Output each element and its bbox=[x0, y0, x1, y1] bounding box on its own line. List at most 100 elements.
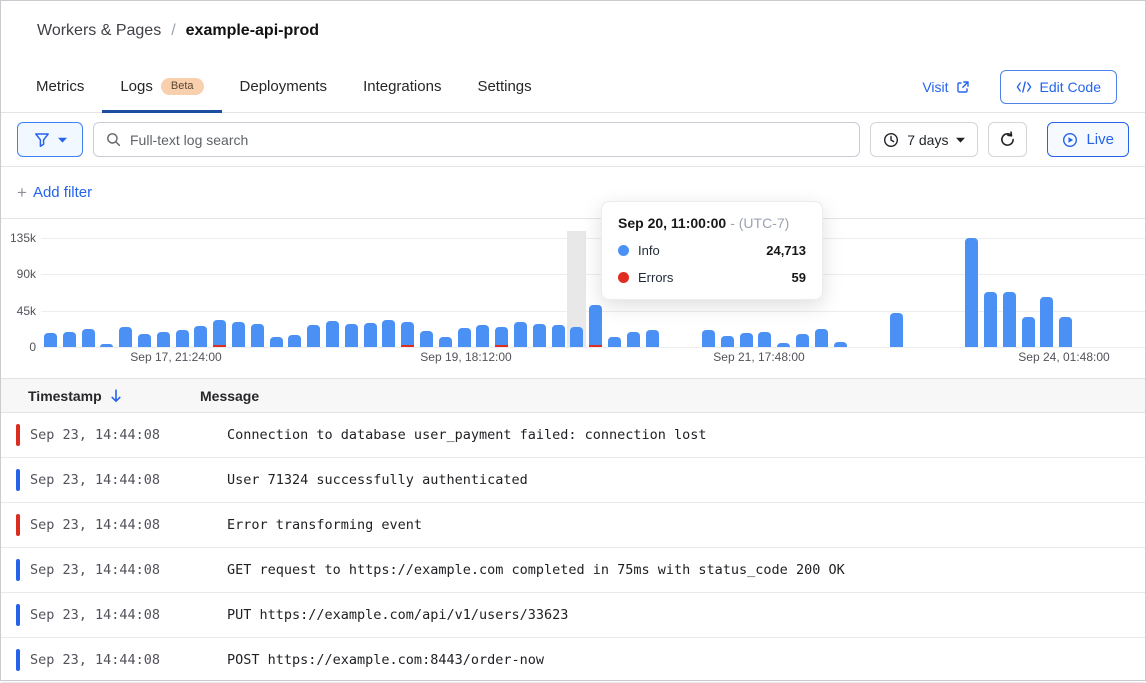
code-icon bbox=[1016, 81, 1032, 93]
tooltip-info-dot bbox=[618, 245, 629, 256]
chart-bar[interactable] bbox=[740, 333, 753, 347]
chart-bar[interactable] bbox=[364, 323, 377, 347]
log-row[interactable]: Sep 23, 14:44:08 Connection to database … bbox=[1, 413, 1145, 458]
gridline bbox=[41, 238, 1145, 239]
x-axis-tick: Sep 24, 01:48:00 bbox=[994, 350, 1134, 364]
plus-icon: + bbox=[17, 183, 27, 203]
chart-bar[interactable] bbox=[176, 330, 189, 347]
chart-bar[interactable] bbox=[1040, 297, 1053, 347]
chart-bar[interactable] bbox=[815, 329, 828, 347]
tab-integrations[interactable]: Integrations bbox=[345, 61, 459, 112]
chart-bar[interactable] bbox=[401, 322, 414, 347]
chart-bar[interactable] bbox=[232, 322, 245, 347]
time-range-value: 7 days bbox=[907, 132, 948, 148]
breadcrumb: Workers & Pages / example-api-prod bbox=[1, 1, 1145, 61]
refresh-button[interactable] bbox=[988, 122, 1027, 157]
log-row[interactable]: Sep 23, 14:44:08 User 71324 successfully… bbox=[1, 458, 1145, 503]
chart-bar[interactable] bbox=[213, 320, 226, 347]
chart-bar[interactable] bbox=[721, 336, 734, 347]
log-message: Connection to database user_payment fail… bbox=[227, 427, 707, 443]
chart-bar[interactable] bbox=[345, 324, 358, 347]
chart-bar[interactable] bbox=[307, 325, 320, 347]
log-row[interactable]: Sep 23, 14:44:08 PUT https://example.com… bbox=[1, 593, 1145, 638]
chart-bar[interactable] bbox=[476, 325, 489, 347]
tooltip-info-label: Info bbox=[638, 243, 660, 258]
chart-bar[interactable] bbox=[1022, 317, 1035, 347]
log-message: GET request to https://example.com compl… bbox=[227, 562, 845, 578]
edit-code-label: Edit Code bbox=[1040, 79, 1101, 95]
log-row[interactable]: Sep 23, 14:44:08 Error transforming even… bbox=[1, 503, 1145, 548]
chart-bar[interactable] bbox=[965, 238, 978, 347]
chart-bar[interactable] bbox=[702, 330, 715, 347]
gridline bbox=[41, 347, 1145, 348]
tooltip-errors-value: 59 bbox=[792, 270, 806, 285]
chart-bar[interactable] bbox=[458, 328, 471, 347]
chart-bar-error-segment bbox=[401, 345, 414, 347]
chart-bar[interactable] bbox=[589, 305, 602, 347]
visit-link[interactable]: Visit bbox=[922, 79, 969, 95]
chart-bar[interactable] bbox=[834, 342, 847, 347]
chart-bar[interactable] bbox=[288, 335, 301, 347]
live-button[interactable]: Live bbox=[1047, 122, 1129, 157]
log-message: PUT https://example.com/api/v1/users/336… bbox=[227, 607, 568, 623]
chart-bar[interactable] bbox=[533, 324, 546, 347]
search-input[interactable] bbox=[130, 132, 847, 148]
x-axis-tick: Sep 21, 17:48:00 bbox=[689, 350, 829, 364]
log-table-body: Sep 23, 14:44:08 Connection to database … bbox=[1, 413, 1145, 683]
column-header-message[interactable]: Message bbox=[200, 388, 259, 404]
log-row[interactable]: Sep 23, 14:44:08 GET request to https://… bbox=[1, 548, 1145, 593]
live-play-icon bbox=[1062, 132, 1078, 148]
tab-logs[interactable]: Logs Beta bbox=[102, 61, 221, 112]
visit-label: Visit bbox=[922, 79, 948, 95]
chart-bar[interactable] bbox=[758, 332, 771, 347]
chart-bar[interactable] bbox=[514, 322, 527, 347]
chart-bar[interactable] bbox=[984, 292, 997, 347]
chart-bar[interactable] bbox=[552, 325, 565, 347]
add-filter-label: Add filter bbox=[33, 184, 92, 201]
chart-bar[interactable] bbox=[194, 326, 207, 347]
chart-bar[interactable] bbox=[439, 337, 452, 347]
chart-bar[interactable] bbox=[382, 320, 395, 347]
log-level-indicator bbox=[16, 559, 20, 581]
filter-dropdown-button[interactable] bbox=[17, 122, 83, 157]
y-axis-tick: 45k bbox=[1, 304, 36, 318]
log-timestamp: Sep 23, 14:44:08 bbox=[30, 652, 227, 668]
chart-bar[interactable] bbox=[270, 337, 283, 347]
time-range-button[interactable]: 7 days bbox=[870, 122, 978, 157]
tab-deployments[interactable]: Deployments bbox=[222, 61, 346, 112]
tooltip-row-errors: Errors 59 bbox=[618, 270, 806, 285]
chart-bar[interactable] bbox=[608, 337, 621, 347]
chart-tooltip: Sep 20, 11:00:00- (UTC-7) Info 24,713 Er… bbox=[601, 201, 823, 300]
filter-bar: 7 days Live bbox=[1, 113, 1145, 167]
chart-bar[interactable] bbox=[82, 329, 95, 347]
chart-bar[interactable] bbox=[646, 330, 659, 347]
chart-bar[interactable] bbox=[495, 327, 508, 347]
chart-bar[interactable] bbox=[44, 333, 57, 347]
chart-bar-error-segment bbox=[495, 345, 508, 347]
y-axis-tick: 0 bbox=[1, 340, 36, 354]
chart-bar[interactable] bbox=[1003, 292, 1016, 347]
chart-bar[interactable] bbox=[63, 332, 76, 347]
breadcrumb-section[interactable]: Workers & Pages bbox=[37, 22, 161, 40]
chart-bar[interactable] bbox=[570, 327, 583, 347]
chart-bar[interactable] bbox=[796, 334, 809, 347]
tab-metrics[interactable]: Metrics bbox=[18, 61, 102, 112]
chart-bar[interactable] bbox=[627, 332, 640, 347]
chart-bar[interactable] bbox=[157, 332, 170, 347]
tab-settings[interactable]: Settings bbox=[459, 61, 549, 112]
chart-bar[interactable] bbox=[119, 327, 132, 347]
chart-bar[interactable] bbox=[420, 331, 433, 347]
beta-badge: Beta bbox=[161, 78, 204, 95]
chart-bar[interactable] bbox=[251, 324, 264, 347]
edit-code-button[interactable]: Edit Code bbox=[1000, 70, 1117, 104]
chart-bar[interactable] bbox=[100, 344, 113, 347]
chart-bar[interactable] bbox=[777, 343, 790, 347]
column-header-timestamp[interactable]: Timestamp bbox=[1, 388, 200, 404]
chart-bar[interactable] bbox=[1059, 317, 1072, 347]
chart-bar[interactable] bbox=[326, 321, 339, 347]
chart-bar[interactable] bbox=[890, 313, 903, 347]
chart-bar[interactable] bbox=[138, 334, 151, 347]
sort-desc-icon[interactable] bbox=[110, 389, 122, 403]
add-filter-button[interactable]: + Add filter bbox=[17, 183, 92, 203]
log-row[interactable]: Sep 23, 14:44:08 POST https://example.co… bbox=[1, 638, 1145, 683]
